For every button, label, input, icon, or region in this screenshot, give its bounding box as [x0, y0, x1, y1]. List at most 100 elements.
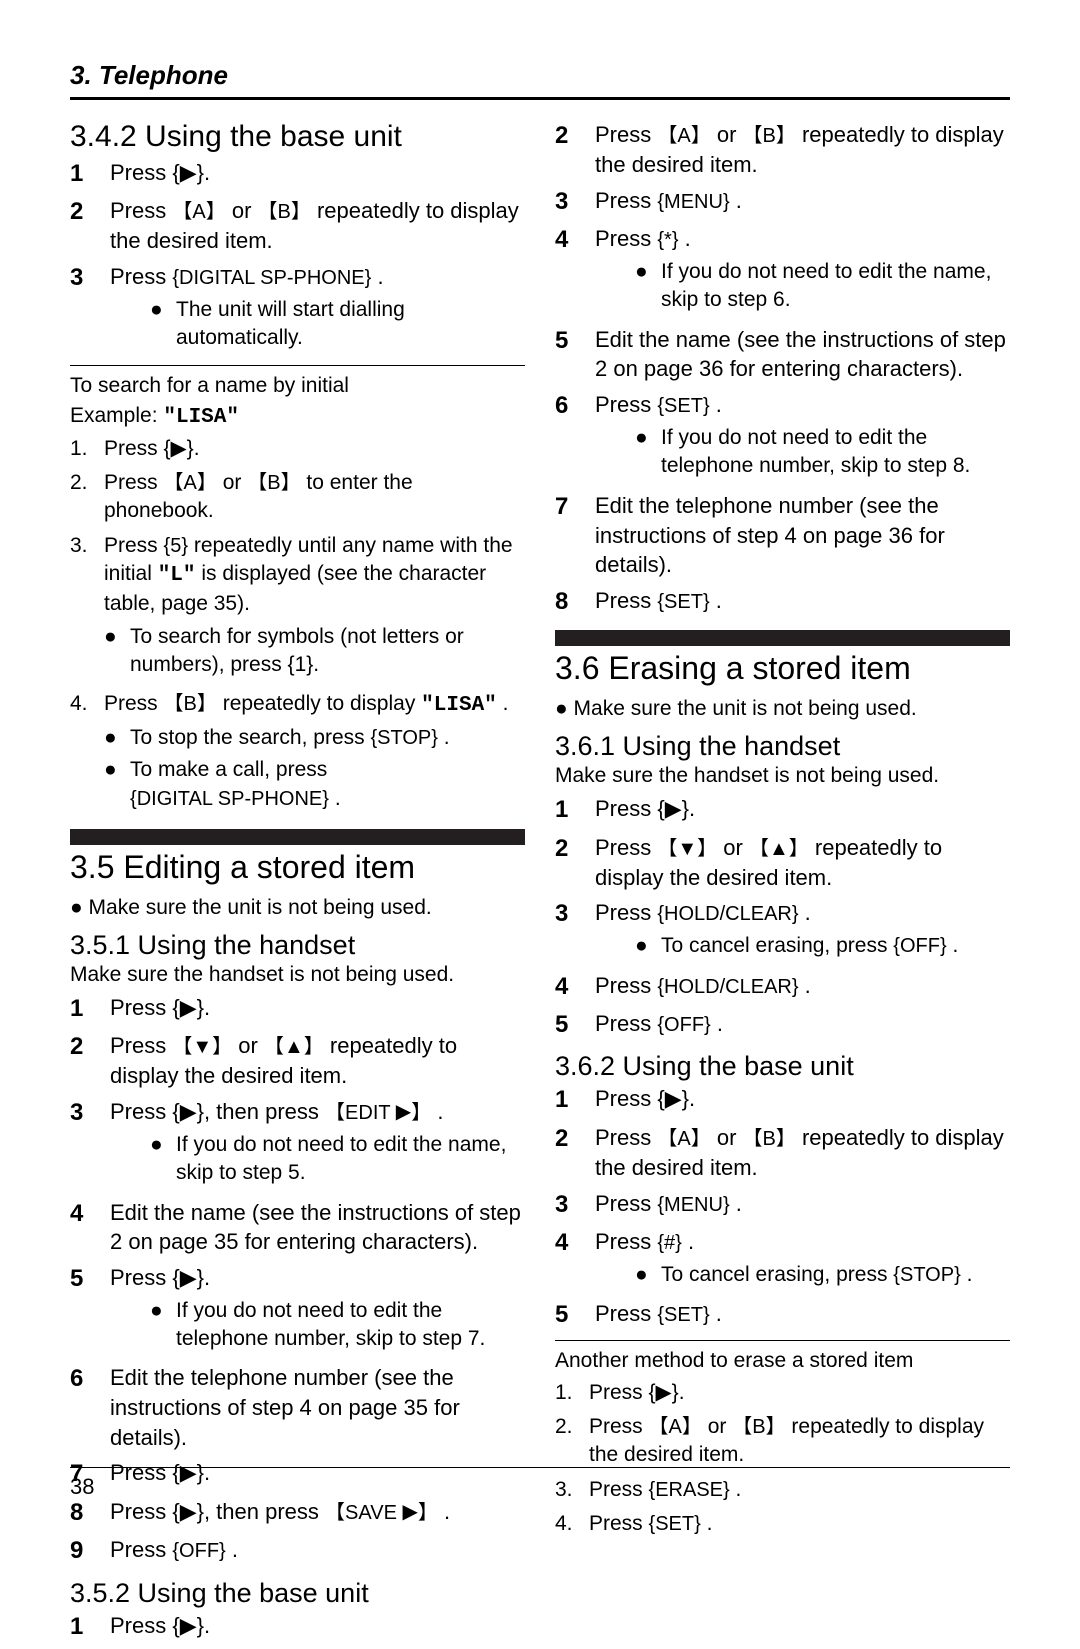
btn-hash: # — [657, 1230, 682, 1257]
step-body: Press DIGITAL SP-PHONE . ● The unit will… — [110, 262, 525, 357]
btn-off: OFF — [172, 1538, 225, 1565]
search-example: Example: "LISA" — [70, 404, 525, 429]
btn-off: OFF — [893, 933, 946, 960]
btn-set: SET — [657, 393, 709, 420]
step-num: 7 — [555, 491, 595, 523]
step-num: 1 — [555, 794, 595, 826]
bullet-icon: ● — [104, 623, 130, 680]
btn-save: SAVE ▶ — [325, 1500, 438, 1527]
nav-b: B — [743, 123, 796, 150]
right-column: 2 Press A or B repeatedly to display the… — [555, 120, 1010, 1649]
step-num: 6 — [555, 390, 595, 422]
bullet-icon: ● — [104, 724, 130, 752]
bullet-icon: ● — [635, 1261, 661, 1289]
substep-body: Press A or B repeatedly to display the d… — [589, 1413, 1010, 1470]
substep-body: Press {▶}. — [104, 435, 525, 463]
step-num: 3 — [555, 186, 595, 218]
step-body: Edit the telephone number (see the instr… — [595, 491, 1010, 580]
search-heading: To search for a name by initial — [70, 374, 525, 398]
step-body: Press HOLD/CLEAR . ● To cancel erasing, … — [595, 898, 1010, 964]
step-num: 2 — [70, 1031, 110, 1063]
nav-up: ▲ — [749, 836, 809, 863]
step-body: Press {▶}, then press EDIT ▶ . ● If you … — [110, 1097, 525, 1192]
sec-351-title: 3.5.1 Using the handset — [70, 930, 525, 961]
nav-a: A — [657, 1126, 710, 1153]
step-num: 2 — [555, 1123, 595, 1155]
bullet-icon: ● — [150, 1297, 176, 1354]
step-body: Press * . ● If you do not need to edit t… — [595, 224, 1010, 319]
btn-5: 5 — [164, 533, 189, 560]
btn-menu: MENU — [657, 189, 729, 216]
btn-stop: STOP — [893, 1262, 960, 1289]
step-body: Press {▶}. — [595, 1084, 1010, 1114]
nav-a: A — [164, 470, 217, 497]
step-num: 5 — [555, 1299, 595, 1331]
sec-361-note: Make sure the handset is not being used. — [555, 764, 1010, 788]
btn-set: SET — [657, 1302, 709, 1329]
substep-num: 4. — [555, 1510, 589, 1538]
step-body: Press A or B repeatedly to display the d… — [595, 120, 1010, 180]
bullet-text: The unit will start dialling automatical… — [176, 296, 525, 353]
step-body: Press SET . — [595, 586, 1010, 616]
page-number: 38 — [70, 1467, 1010, 1500]
step-num: 3 — [555, 898, 595, 930]
bullet-text: If you do not need to edit the telephone… — [661, 424, 1010, 481]
step-num: 6 — [70, 1363, 110, 1395]
divider — [555, 1340, 1010, 1341]
sec-342-title: 3.4.2 Using the base unit — [70, 120, 525, 154]
step-body: Press {▶}, then press SAVE ▶ . — [110, 1497, 525, 1527]
step-body: Press HOLD/CLEAR . — [595, 971, 1010, 1001]
str-lisa: "LISA" — [421, 694, 497, 717]
substep-num: 1. — [555, 1379, 589, 1407]
step-body: Press SET . ● If you do not need to edit… — [595, 390, 1010, 485]
nav-down: ▼ — [657, 836, 717, 863]
sec-351-note: Make sure the handset is not being used. — [70, 963, 525, 987]
btn-holdclear: HOLD/CLEAR — [657, 901, 798, 928]
step-num: 4 — [555, 1227, 595, 1259]
note-36: ● Make sure the unit is not being used. — [555, 697, 1010, 721]
bullet-icon: ● — [150, 1131, 176, 1188]
step-num: 4 — [555, 971, 595, 1003]
step-num: 4 — [70, 1198, 110, 1230]
step-body: Press ▼ or ▲ repeatedly to display the d… — [110, 1031, 525, 1091]
step-num: 5 — [555, 325, 595, 357]
substep-body: Press A or B to enter the phonebook. — [104, 469, 525, 526]
step-num: 3 — [70, 262, 110, 294]
step-body: Press ▼ or ▲ repeatedly to display the d… — [595, 833, 1010, 893]
step-num: 3 — [555, 1189, 595, 1221]
bullet-text: To search for symbols (not letters or nu… — [130, 623, 525, 680]
step-body: Press {▶}. ● If you do not need to edit … — [110, 1263, 525, 1357]
step-body: Press MENU . — [595, 1189, 1010, 1219]
step-num: 1 — [70, 993, 110, 1025]
bullet-text: To cancel erasing, press OFF . — [661, 932, 958, 960]
another-method-title: Another method to erase a stored item — [555, 1349, 1010, 1373]
bullet-icon: ● — [104, 756, 130, 813]
btn-dsp: DIGITAL SP-PHONE — [130, 786, 329, 813]
step-num: 8 — [555, 586, 595, 618]
left-column: 3.4.2 Using the base unit 1 Press {▶}. 2… — [70, 120, 525, 1649]
note-35: ● Make sure the unit is not being used. — [70, 896, 525, 920]
step-body: Press {▶}. — [110, 1611, 525, 1641]
step-num: 2 — [70, 196, 110, 228]
initial-L: "L" — [158, 564, 196, 587]
btn-star: * — [657, 227, 678, 254]
bullet-icon: ● — [635, 258, 661, 315]
bullet-icon: ● — [150, 296, 176, 353]
step-body: Press A or B repeatedly to display the d… — [595, 1123, 1010, 1183]
substep-num: 1. — [70, 435, 104, 463]
section-bar — [70, 829, 525, 845]
nav-up: ▲ — [264, 1034, 324, 1061]
substep-body: Press {▶}. — [589, 1379, 1010, 1407]
nav-a: A — [657, 123, 710, 150]
bullet-icon: ● — [635, 424, 661, 481]
step-num: 1 — [555, 1084, 595, 1116]
sec-361-title: 3.6.1 Using the handset — [555, 731, 1010, 762]
sec-36-title: 3.6 Erasing a stored item — [555, 650, 1010, 687]
nav-b: B — [743, 1126, 796, 1153]
bullet-text: If you do not need to edit the name, ski… — [661, 258, 1010, 315]
step-body: Press # . ● To cancel erasing, press STO… — [595, 1227, 1010, 1293]
btn-stop: STOP — [370, 725, 437, 752]
bullet-icon: ● — [635, 932, 661, 960]
step-body: Press {▶}. — [110, 158, 525, 188]
substep-num: 3. — [70, 532, 104, 560]
